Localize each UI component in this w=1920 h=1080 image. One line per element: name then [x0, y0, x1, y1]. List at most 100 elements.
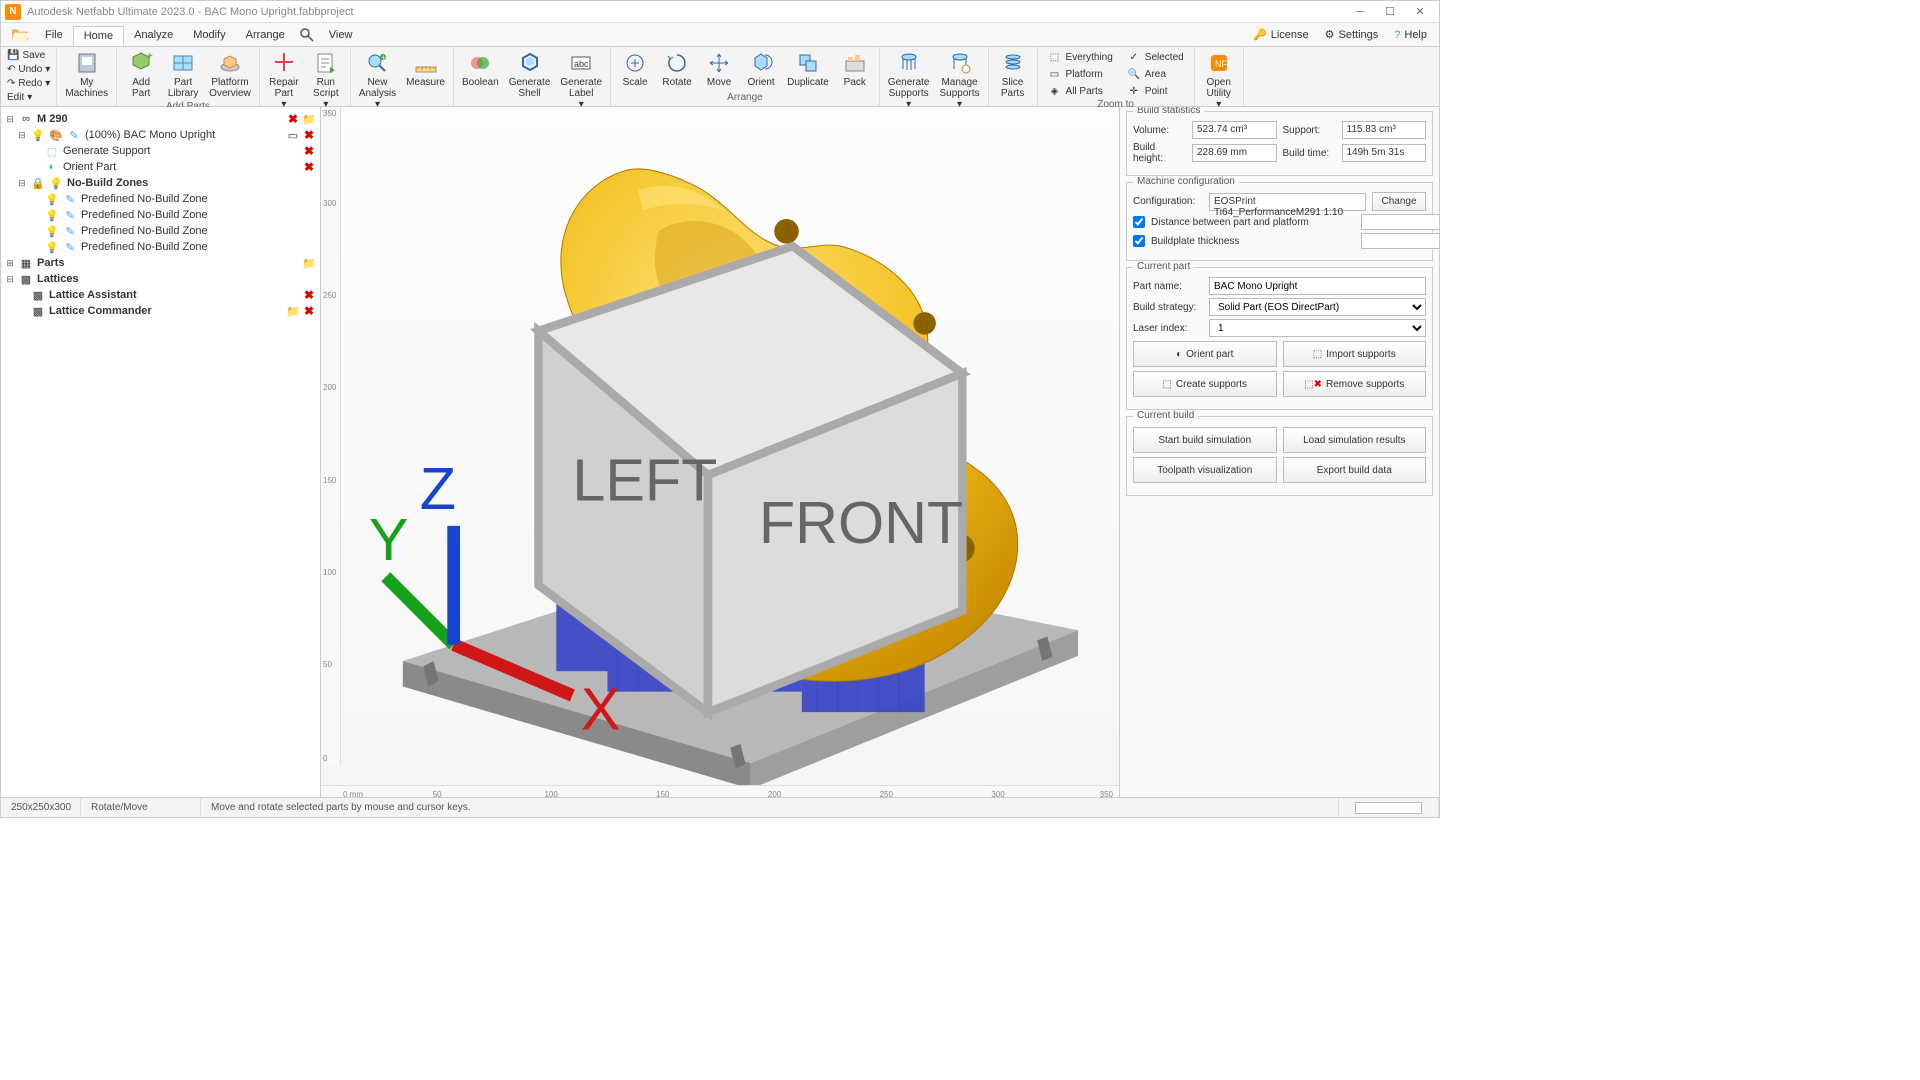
distance-checkbox[interactable]	[1133, 216, 1145, 228]
tree-lattice-commander[interactable]: ▩Lattice Commander📁✖	[3, 303, 318, 319]
toolpath-viz-button[interactable]: Toolpath visualization	[1133, 457, 1277, 483]
tree-predef-4[interactable]: 💡✎Predefined No-Build Zone	[3, 239, 318, 255]
minimize-button[interactable]: ─	[1345, 2, 1375, 22]
platform-icon	[218, 51, 242, 75]
tab-analyze[interactable]: Analyze	[124, 26, 183, 44]
license-button[interactable]: 🔑License	[1245, 28, 1317, 41]
partname-input[interactable]	[1209, 277, 1426, 295]
lattice-icon: ▩	[31, 288, 45, 302]
supports-icon	[897, 51, 921, 75]
menubar: File Home Analyze Modify Arrange View 🔑L…	[1, 23, 1439, 47]
move-button[interactable]: Move	[699, 49, 739, 90]
boolean-button[interactable]: Boolean	[458, 49, 503, 90]
view-cube[interactable]: LEFT FRONT Y X Z	[309, 119, 1107, 797]
plate-input[interactable]: ▲▼	[1361, 233, 1426, 249]
svg-text:Y: Y	[369, 506, 409, 573]
part-library-button[interactable]: Part Library	[163, 49, 203, 101]
tree-part-label: (100%) BAC Mono Upright	[85, 129, 282, 141]
save-button[interactable]: 💾Save	[3, 49, 54, 62]
zoom-point[interactable]: ✛Point	[1123, 83, 1188, 99]
undo-button[interactable]: ↶Undo ▾	[3, 63, 54, 76]
tree-predef-3[interactable]: 💡✎Predefined No-Build Zone	[3, 223, 318, 239]
start-simulation-button[interactable]: Start build simulation	[1133, 427, 1277, 453]
license-label: License	[1271, 29, 1309, 41]
manage-supports-button[interactable]: Manage Supports ▾	[936, 49, 984, 112]
tree-predef-2[interactable]: 💡✎Predefined No-Build Zone	[3, 207, 318, 223]
tree-predef-1[interactable]: 💡✎Predefined No-Build Zone	[3, 191, 318, 207]
folder-icon[interactable]: 📁	[286, 304, 300, 318]
slice-parts-button[interactable]: Slice Parts	[993, 49, 1033, 101]
titlebar: N Autodesk Netfabb Ultimate 2023.0 - BAC…	[1, 1, 1439, 23]
orient-icon: ◐	[1176, 349, 1182, 360]
zoom-everything[interactable]: ⬚Everything	[1044, 49, 1117, 65]
export-build-button[interactable]: Export build data	[1283, 457, 1427, 483]
plate-checkbox[interactable]	[1133, 235, 1145, 247]
edit-button[interactable]: Edit ▾	[3, 91, 54, 104]
zoom-all-parts[interactable]: ◈All Parts	[1044, 83, 1117, 99]
platform-overview-button[interactable]: Platform Overview	[205, 49, 255, 101]
add-part-button[interactable]: +Add Part	[121, 49, 161, 101]
pack-button[interactable]: Pack	[835, 49, 875, 90]
tree-generate-support[interactable]: ⬚Generate Support✖	[3, 143, 318, 159]
zoom-selected[interactable]: ✓Selected	[1123, 49, 1188, 65]
laser-select[interactable]: 1	[1209, 319, 1426, 337]
my-machines-button[interactable]: My Machines	[61, 49, 112, 101]
create-supports-button[interactable]: ⬚Create supports	[1133, 371, 1277, 397]
utility-icon: NFB	[1207, 51, 1231, 75]
slice-icon	[1001, 51, 1025, 75]
generate-shell-button[interactable]: Generate Shell	[505, 49, 555, 101]
repair-part-button[interactable]: Repair Part ▾	[264, 49, 304, 112]
tree-parts[interactable]: ⊞▦Parts📁	[3, 255, 318, 271]
duplicate-button[interactable]: Duplicate	[783, 49, 833, 90]
orient-button[interactable]: Orient	[741, 49, 781, 90]
open-folder-icon[interactable]	[11, 26, 29, 44]
allparts-icon: ◈	[1048, 84, 1062, 98]
settings-button[interactable]: ⚙Settings	[1317, 28, 1387, 41]
tree-orient-part[interactable]: ◐Orient Part✖	[3, 159, 318, 175]
window-title: Autodesk Netfabb Ultimate 2023.0 - BAC M…	[27, 6, 1345, 18]
redo-button[interactable]: ↷Redo ▾	[3, 77, 54, 90]
generate-label-button[interactable]: abcGenerate Label ▾	[556, 49, 606, 112]
script-icon	[314, 51, 338, 75]
remove-supports-button[interactable]: ⬚✖Remove supports	[1283, 371, 1427, 397]
tab-view[interactable]: View	[319, 26, 363, 44]
orient-part-button[interactable]: ◐Orient part	[1133, 341, 1277, 367]
close-button[interactable]: ✕	[1405, 2, 1435, 22]
search-icon[interactable]	[299, 27, 315, 43]
run-script-button[interactable]: Run Script ▾	[306, 49, 346, 112]
bulb-icon: 💡	[45, 224, 59, 238]
tree-nobuild-zones[interactable]: ⊟🔒💡No-Build Zones	[3, 175, 318, 191]
app-logo-icon: N	[5, 4, 21, 20]
part-library-label: Part Library	[168, 77, 199, 99]
tree-part[interactable]: ⊟💡🎨✎(100%) BAC Mono Upright▭✖	[3, 127, 318, 143]
tab-modify[interactable]: Modify	[183, 26, 235, 44]
properties-panel: Build statistics Volume:523.74 cm³ Suppo…	[1119, 107, 1439, 797]
zoom-area[interactable]: 🔍Area	[1123, 66, 1188, 82]
distance-input[interactable]: ▲▼	[1361, 214, 1426, 230]
new-analysis-button[interactable]: +New Analysis ▾	[355, 49, 400, 112]
zoom-platform[interactable]: ▭Platform	[1044, 66, 1117, 82]
import-supports-button[interactable]: ⬚Import supports	[1283, 341, 1427, 367]
help-button[interactable]: ?Help	[1386, 29, 1435, 41]
change-config-button[interactable]: Change	[1372, 192, 1426, 211]
delete-icon[interactable]: ✖	[286, 112, 300, 126]
bulb-icon: 💡	[45, 208, 59, 222]
tab-arrange[interactable]: Arrange	[236, 26, 295, 44]
tree-root[interactable]: ⊟∞M 290✖📁	[3, 111, 318, 127]
tab-home[interactable]: Home	[73, 26, 124, 46]
svg-text:X: X	[581, 675, 621, 742]
viewport[interactable]: 350 300 250 200 150 100 50 0	[321, 107, 1119, 797]
tree-orientpart-label: Orient Part	[63, 161, 298, 173]
open-utility-button[interactable]: NFBOpen Utility ▾	[1199, 49, 1239, 112]
menu-file[interactable]: File	[35, 26, 73, 44]
maximize-button[interactable]: ☐	[1375, 2, 1405, 22]
generate-supports-button[interactable]: Generate Supports ▾	[884, 49, 934, 112]
strategy-select[interactable]: Solid Part (EOS DirectPart)	[1209, 298, 1426, 316]
tree-lattice-assistant[interactable]: ▩Lattice Assistant✖	[3, 287, 318, 303]
rotate-button[interactable]: Rotate	[657, 49, 697, 90]
progress-bar	[1355, 802, 1422, 814]
measure-button[interactable]: Measure	[402, 49, 449, 90]
tree-lattices[interactable]: ⊟▩Lattices	[3, 271, 318, 287]
load-simulation-button[interactable]: Load simulation results	[1283, 427, 1427, 453]
scale-button[interactable]: Scale	[615, 49, 655, 90]
